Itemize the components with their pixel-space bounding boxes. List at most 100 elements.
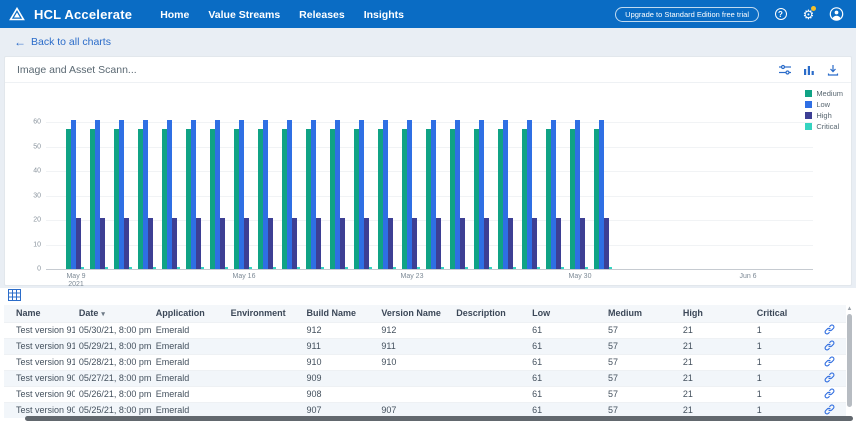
bar-critical-2021-05-13[interactable] [177, 267, 180, 269]
bar-high-2021-05-23[interactable] [412, 218, 417, 269]
column-header-high[interactable]: High [679, 305, 753, 322]
chart-type-icon[interactable] [802, 63, 815, 76]
bar-critical-2021-05-12[interactable] [153, 267, 156, 269]
help-icon[interactable]: ? [773, 7, 788, 22]
x-axis-line [46, 269, 813, 270]
user-avatar-icon[interactable] [829, 7, 844, 22]
legend-item-critical[interactable]: Critical [805, 121, 843, 131]
column-header-date[interactable]: Date▾ [75, 305, 152, 322]
column-header-medium[interactable]: Medium [604, 305, 679, 322]
bar-critical-2021-05-17[interactable] [273, 267, 276, 269]
nav-item-insights[interactable]: Insights [364, 9, 404, 21]
table-view-icon[interactable] [8, 288, 21, 306]
bar-critical-2021-05-19[interactable] [321, 267, 324, 269]
nav-item-releases[interactable]: Releases [299, 9, 345, 21]
legend-item-high[interactable]: High [805, 110, 843, 120]
back-to-charts-link[interactable]: ← Back to all charts [14, 35, 111, 49]
results-table-section: NameDate▾ApplicationEnvironmentBuild Nam… [0, 288, 856, 422]
bar-critical-2021-05-16[interactable] [249, 267, 252, 269]
bar-critical-2021-05-27[interactable] [513, 267, 516, 269]
nav-item-value-streams[interactable]: Value Streams [208, 9, 280, 21]
bar-critical-2021-05-15[interactable] [225, 267, 228, 269]
bar-high-2021-05-17[interactable] [268, 218, 273, 269]
bar-high-2021-05-14[interactable] [196, 218, 201, 269]
bar-high-2021-05-20[interactable] [340, 218, 345, 269]
bar-critical-2021-05-11[interactable] [129, 267, 132, 269]
bar-critical-2021-05-24[interactable] [441, 267, 444, 269]
bar-high-2021-05-25[interactable] [460, 218, 465, 269]
bar-critical-2021-05-31[interactable] [609, 267, 612, 269]
bar-high-2021-05-18[interactable] [292, 218, 297, 269]
x-axis-label: May 16 [224, 273, 264, 281]
bar-critical-2021-05-30[interactable] [585, 267, 588, 269]
bar-high-2021-05-21[interactable] [364, 218, 369, 269]
bar-critical-2021-05-21[interactable] [369, 267, 372, 269]
breadcrumb-row: ← Back to all charts [0, 28, 856, 56]
legend-item-medium[interactable]: Medium [805, 88, 843, 98]
link-icon[interactable] [814, 338, 847, 354]
legend-label: Critical [816, 122, 839, 131]
bar-critical-2021-05-22[interactable] [393, 267, 396, 269]
bar-high-2021-05-11[interactable] [124, 218, 129, 269]
cell-low: 61 [528, 322, 604, 338]
bar-critical-2021-05-18[interactable] [297, 267, 300, 269]
column-header-description[interactable]: Description [452, 305, 528, 322]
column-header-critical[interactable]: Critical [753, 305, 814, 322]
bar-critical-2021-05-09[interactable] [81, 267, 84, 269]
bar-high-2021-05-30[interactable] [580, 218, 585, 269]
table-row-test-version-910[interactable]: Test version 91005/28/21, 8:00 pmEmerald… [4, 354, 846, 370]
column-header-low[interactable]: Low [528, 305, 604, 322]
column-header-name[interactable]: Name [4, 305, 75, 322]
bar-high-2021-05-29[interactable] [556, 218, 561, 269]
bar-high-2021-05-09[interactable] [76, 218, 81, 269]
bar-critical-2021-05-23[interactable] [417, 267, 420, 269]
bar-high-2021-05-26[interactable] [484, 218, 489, 269]
table-vertical-scrollbar[interactable]: ▲ [846, 306, 853, 414]
bar-critical-2021-05-20[interactable] [345, 267, 348, 269]
table-row-test-version-911[interactable]: Test version 91105/29/21, 8:00 pmEmerald… [4, 338, 846, 354]
bar-critical-2021-05-10[interactable] [105, 267, 108, 269]
bar-high-2021-05-22[interactable] [388, 218, 393, 269]
settings-icon[interactable]: ⚙ [801, 7, 816, 22]
bar-high-2021-05-19[interactable] [316, 218, 321, 269]
table-horizontal-scrollbar[interactable] [25, 416, 853, 421]
app-title: HCL Accelerate [34, 7, 132, 22]
cell-name: Test version 909 [4, 370, 75, 386]
vertical-scroll-thumb[interactable] [847, 314, 852, 407]
link-icon[interactable] [814, 354, 847, 370]
table-row-test-version-912[interactable]: Test version 91205/30/21, 8:00 pmEmerald… [4, 322, 846, 338]
upgrade-button[interactable]: Upgrade to Standard Edition free trial [615, 7, 759, 22]
cell-version-name [377, 386, 452, 402]
sort-caret-icon: ▾ [101, 311, 105, 318]
cell-build-name: 911 [303, 338, 378, 354]
bar-high-2021-05-13[interactable] [172, 218, 177, 269]
nav-item-home[interactable]: Home [160, 9, 189, 21]
bar-critical-2021-05-25[interactable] [465, 267, 468, 269]
download-icon[interactable] [826, 63, 839, 76]
bar-critical-2021-05-14[interactable] [201, 267, 204, 269]
legend-item-low[interactable]: Low [805, 99, 843, 109]
link-icon[interactable] [814, 386, 847, 402]
bar-high-2021-05-31[interactable] [604, 218, 609, 269]
bar-critical-2021-05-26[interactable] [489, 267, 492, 269]
scroll-up-arrow[interactable]: ▲ [846, 306, 853, 312]
y-axis-label: 0 [15, 266, 41, 273]
column-header-version-name[interactable]: Version Name [377, 305, 452, 322]
bar-high-2021-05-24[interactable] [436, 218, 441, 269]
column-header-build-name[interactable]: Build Name [303, 305, 378, 322]
column-header-environment[interactable]: Environment [227, 305, 303, 322]
column-header-application[interactable]: Application [152, 305, 227, 322]
bar-high-2021-05-12[interactable] [148, 218, 153, 269]
table-row-test-version-908[interactable]: Test version 90805/26/21, 8:00 pmEmerald… [4, 386, 846, 402]
bar-high-2021-05-16[interactable] [244, 218, 249, 269]
bar-critical-2021-05-29[interactable] [561, 267, 564, 269]
bar-critical-2021-05-28[interactable] [537, 267, 540, 269]
bar-high-2021-05-27[interactable] [508, 218, 513, 269]
chart-settings-icon[interactable] [778, 63, 791, 76]
link-icon[interactable] [814, 370, 847, 386]
bar-high-2021-05-10[interactable] [100, 218, 105, 269]
bar-high-2021-05-15[interactable] [220, 218, 225, 269]
table-row-test-version-909[interactable]: Test version 90905/27/21, 8:00 pmEmerald… [4, 370, 846, 386]
link-icon[interactable] [814, 322, 847, 338]
bar-high-2021-05-28[interactable] [532, 218, 537, 269]
